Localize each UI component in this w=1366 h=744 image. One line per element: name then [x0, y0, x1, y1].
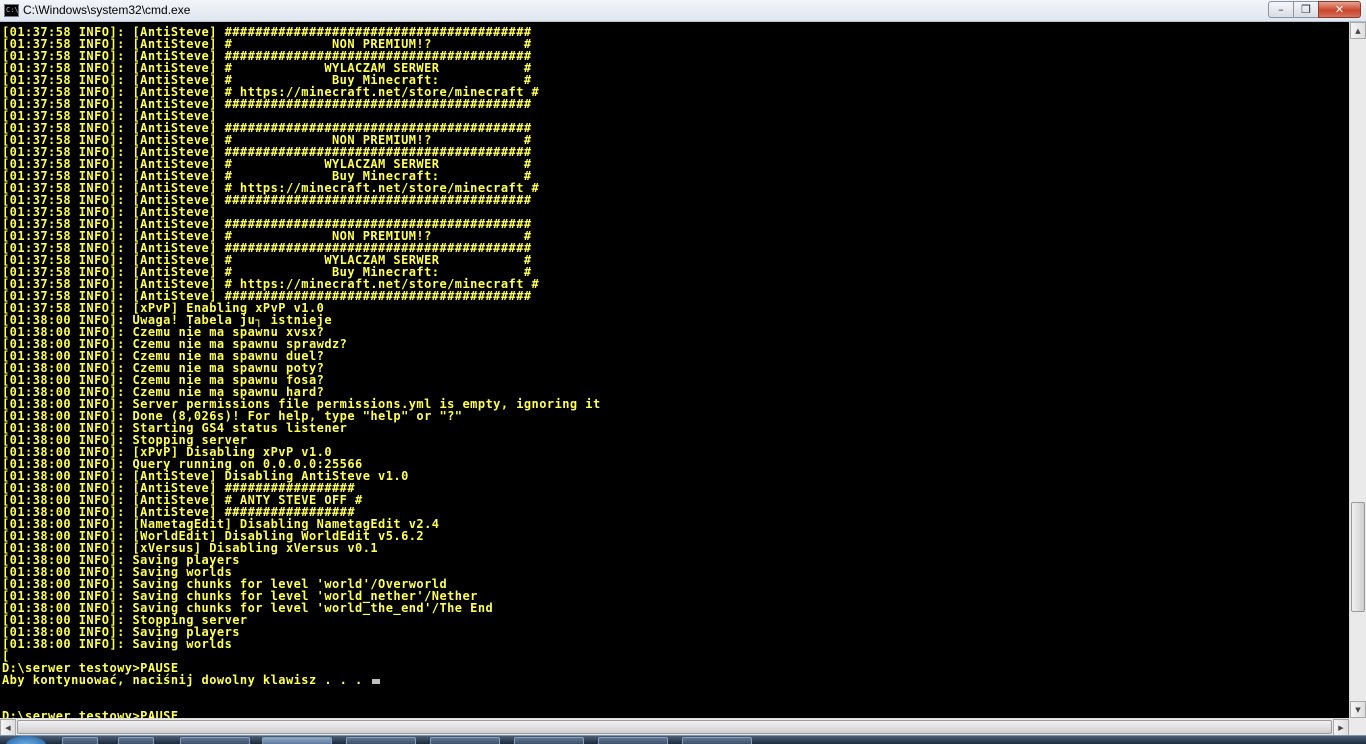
- close-button[interactable]: ✕: [1318, 1, 1361, 18]
- window-title: C:\Windows\system32\cmd.exe: [23, 3, 191, 17]
- taskbar-item[interactable]: [346, 737, 416, 744]
- cmd-window: C:\ C:\Windows\system32\cmd.exe – ❐ ✕ [0…: [0, 0, 1366, 744]
- console-line: [01:38:00 INFO]: Saving worlds: [2, 637, 233, 651]
- text-cursor: [372, 679, 381, 684]
- taskbar-item[interactable]: [118, 737, 154, 744]
- taskbar-item-cmd[interactable]: [262, 737, 332, 744]
- maximize-button[interactable]: ❐: [1293, 1, 1319, 18]
- console-line: Aby kontynuować, naciśnij dowolny klawis…: [2, 674, 381, 686]
- minimize-button[interactable]: –: [1268, 1, 1294, 18]
- scroll-up-button[interactable]: ▲: [1350, 22, 1366, 39]
- vertical-scroll-thumb[interactable]: [1351, 502, 1365, 612]
- taskbar-item[interactable]: [180, 737, 250, 744]
- console-line: D:\serwer testowy>PAUSE: [2, 709, 179, 718]
- taskbar-item[interactable]: [430, 737, 500, 744]
- taskbar-item[interactable]: [598, 737, 668, 744]
- scroll-left-button[interactable]: ◀: [0, 719, 16, 736]
- console-output[interactable]: [01:37:58 INFO]: [AntiSteve] ###########…: [0, 22, 1349, 718]
- vertical-scrollbar[interactable]: ▲ ▼: [1349, 22, 1366, 718]
- horizontal-scroll-thumb[interactable]: [17, 720, 1332, 734]
- taskbar-item[interactable]: [514, 737, 584, 744]
- caption-buttons: – ❐ ✕: [1268, 1, 1361, 19]
- scroll-down-button[interactable]: ▼: [1350, 701, 1366, 718]
- cmd-icon[interactable]: C:\: [4, 4, 19, 17]
- scroll-right-button[interactable]: ▶: [1333, 719, 1349, 736]
- scrollbar-corner: [1349, 718, 1366, 735]
- taskbar-item[interactable]: [682, 737, 752, 744]
- taskbar-item[interactable]: [62, 737, 98, 744]
- title-bar[interactable]: C:\ C:\Windows\system32\cmd.exe – ❐ ✕: [0, 0, 1366, 22]
- start-button[interactable]: [6, 736, 46, 744]
- taskbar: [0, 735, 1366, 744]
- horizontal-scrollbar[interactable]: ◀ ▶: [0, 718, 1349, 736]
